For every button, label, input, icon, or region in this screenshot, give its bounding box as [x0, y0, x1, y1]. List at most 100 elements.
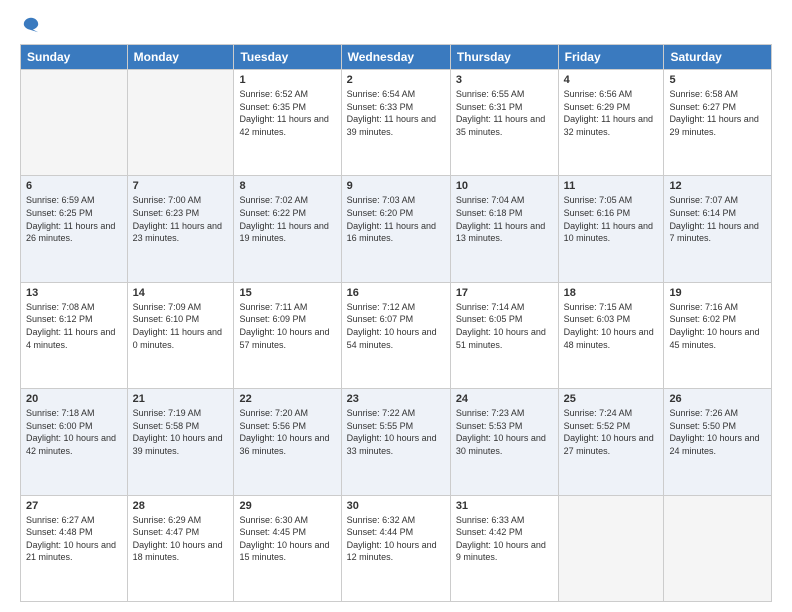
day-info: Sunrise: 7:26 AMSunset: 5:50 PMDaylight:… — [669, 407, 766, 457]
calendar-cell: 12 Sunrise: 7:07 AMSunset: 6:14 PMDayligh… — [664, 176, 772, 282]
day-number: 23 — [347, 393, 445, 405]
calendar-cell: 31 Sunrise: 6:33 AMSunset: 4:42 PMDayligh… — [450, 495, 558, 601]
day-number: 31 — [456, 500, 553, 512]
day-number: 10 — [456, 180, 553, 192]
header — [20, 16, 772, 34]
day-number: 22 — [239, 393, 335, 405]
day-info: Sunrise: 7:07 AMSunset: 6:14 PMDaylight:… — [669, 194, 766, 244]
day-info: Sunrise: 7:09 AMSunset: 6:10 PMDaylight:… — [133, 301, 229, 351]
day-number: 13 — [26, 287, 122, 299]
day-number: 7 — [133, 180, 229, 192]
calendar-cell: 4 Sunrise: 6:56 AMSunset: 6:29 PMDaylight… — [558, 70, 664, 176]
calendar-cell: 23 Sunrise: 7:22 AMSunset: 5:55 PMDayligh… — [341, 389, 450, 495]
day-info: Sunrise: 6:30 AMSunset: 4:45 PMDaylight:… — [239, 514, 335, 564]
day-info: Sunrise: 7:08 AMSunset: 6:12 PMDaylight:… — [26, 301, 122, 351]
day-info: Sunrise: 6:58 AMSunset: 6:27 PMDaylight:… — [669, 88, 766, 138]
day-number: 8 — [239, 180, 335, 192]
day-number: 16 — [347, 287, 445, 299]
calendar-cell: 10 Sunrise: 7:04 AMSunset: 6:18 PMDayligh… — [450, 176, 558, 282]
day-info: Sunrise: 6:27 AMSunset: 4:48 PMDaylight:… — [26, 514, 122, 564]
calendar-cell: 3 Sunrise: 6:55 AMSunset: 6:31 PMDaylight… — [450, 70, 558, 176]
day-info: Sunrise: 7:24 AMSunset: 5:52 PMDaylight:… — [564, 407, 659, 457]
day-number: 14 — [133, 287, 229, 299]
calendar-cell: 24 Sunrise: 7:23 AMSunset: 5:53 PMDayligh… — [450, 389, 558, 495]
day-info: Sunrise: 7:11 AMSunset: 6:09 PMDaylight:… — [239, 301, 335, 351]
day-info: Sunrise: 7:19 AMSunset: 5:58 PMDaylight:… — [133, 407, 229, 457]
day-number: 29 — [239, 500, 335, 512]
day-info: Sunrise: 7:22 AMSunset: 5:55 PMDaylight:… — [347, 407, 445, 457]
day-number: 24 — [456, 393, 553, 405]
calendar-cell: 6Sunrise: 6:59 AMSunset: 6:25 PMDaylight… — [21, 176, 128, 282]
day-number: 21 — [133, 393, 229, 405]
day-info: Sunrise: 6:52 AMSunset: 6:35 PMDaylight:… — [239, 88, 335, 138]
day-info: Sunrise: 7:03 AMSunset: 6:20 PMDaylight:… — [347, 194, 445, 244]
calendar-cell: 1 Sunrise: 6:52 AMSunset: 6:35 PMDaylight… — [234, 70, 341, 176]
day-info: Sunrise: 7:05 AMSunset: 6:16 PMDaylight:… — [564, 194, 659, 244]
calendar-cell — [127, 70, 234, 176]
week-row-5: 27 Sunrise: 6:27 AMSunset: 4:48 PMDayligh… — [21, 495, 772, 601]
day-info: Sunrise: 7:23 AMSunset: 5:53 PMDaylight:… — [456, 407, 553, 457]
day-number: 30 — [347, 500, 445, 512]
day-number: 28 — [133, 500, 229, 512]
day-number: 9 — [347, 180, 445, 192]
weekday-header-friday: Friday — [558, 45, 664, 70]
day-info: Sunrise: 6:54 AMSunset: 6:33 PMDaylight:… — [347, 88, 445, 138]
day-number: 5 — [669, 74, 766, 86]
calendar-cell: 14 Sunrise: 7:09 AMSunset: 6:10 PMDayligh… — [127, 282, 234, 388]
day-number: 12 — [669, 180, 766, 192]
weekday-header-tuesday: Tuesday — [234, 45, 341, 70]
day-number: 27 — [26, 500, 122, 512]
calendar-cell: 18 Sunrise: 7:15 AMSunset: 6:03 PMDayligh… — [558, 282, 664, 388]
calendar-cell: 15 Sunrise: 7:11 AMSunset: 6:09 PMDayligh… — [234, 282, 341, 388]
day-info: Sunrise: 6:56 AMSunset: 6:29 PMDaylight:… — [564, 88, 659, 138]
day-number: 17 — [456, 287, 553, 299]
weekday-header-monday: Monday — [127, 45, 234, 70]
day-info: Sunrise: 6:32 AMSunset: 4:44 PMDaylight:… — [347, 514, 445, 564]
day-number: 20 — [26, 393, 122, 405]
calendar-cell: 30 Sunrise: 6:32 AMSunset: 4:44 PMDayligh… — [341, 495, 450, 601]
day-number: 19 — [669, 287, 766, 299]
weekday-header-thursday: Thursday — [450, 45, 558, 70]
calendar-cell: 8 Sunrise: 7:02 AMSunset: 6:22 PMDaylight… — [234, 176, 341, 282]
day-number: 18 — [564, 287, 659, 299]
calendar-cell — [558, 495, 664, 601]
calendar-cell — [21, 70, 128, 176]
day-number: 3 — [456, 74, 553, 86]
calendar-cell: 27 Sunrise: 6:27 AMSunset: 4:48 PMDayligh… — [21, 495, 128, 601]
day-number: 4 — [564, 74, 659, 86]
day-info: Sunrise: 7:04 AMSunset: 6:18 PMDaylight:… — [456, 194, 553, 244]
calendar-cell: 17 Sunrise: 7:14 AMSunset: 6:05 PMDayligh… — [450, 282, 558, 388]
week-row-2: 6Sunrise: 6:59 AMSunset: 6:25 PMDaylight… — [21, 176, 772, 282]
calendar-cell: 19Sunrise: 7:16 AMSunset: 6:02 PMDayligh… — [664, 282, 772, 388]
day-number: 15 — [239, 287, 335, 299]
day-info: Sunrise: 6:55 AMSunset: 6:31 PMDaylight:… — [456, 88, 553, 138]
calendar-cell: 28 Sunrise: 6:29 AMSunset: 4:47 PMDayligh… — [127, 495, 234, 601]
day-info: Sunrise: 7:14 AMSunset: 6:05 PMDaylight:… — [456, 301, 553, 351]
day-number: 25 — [564, 393, 659, 405]
calendar-cell: 13 Sunrise: 7:08 AMSunset: 6:12 PMDayligh… — [21, 282, 128, 388]
day-number: 2 — [347, 74, 445, 86]
calendar-table: SundayMondayTuesdayWednesdayThursdayFrid… — [20, 44, 772, 602]
day-info: Sunrise: 6:29 AMSunset: 4:47 PMDaylight:… — [133, 514, 229, 564]
weekday-header-sunday: Sunday — [21, 45, 128, 70]
day-info: Sunrise: 7:20 AMSunset: 5:56 PMDaylight:… — [239, 407, 335, 457]
day-info: Sunrise: 6:59 AMSunset: 6:25 PMDaylight:… — [26, 194, 122, 244]
day-info: Sunrise: 7:00 AMSunset: 6:23 PMDaylight:… — [133, 194, 229, 244]
calendar-cell: 29 Sunrise: 6:30 AMSunset: 4:45 PMDayligh… — [234, 495, 341, 601]
week-row-4: 20 Sunrise: 7:18 AMSunset: 6:00 PMDayligh… — [21, 389, 772, 495]
day-info: Sunrise: 6:33 AMSunset: 4:42 PMDaylight:… — [456, 514, 553, 564]
week-row-3: 13 Sunrise: 7:08 AMSunset: 6:12 PMDayligh… — [21, 282, 772, 388]
calendar-cell: 25 Sunrise: 7:24 AMSunset: 5:52 PMDayligh… — [558, 389, 664, 495]
calendar-cell: 21 Sunrise: 7:19 AMSunset: 5:58 PMDayligh… — [127, 389, 234, 495]
day-number: 1 — [239, 74, 335, 86]
calendar-cell: 26 Sunrise: 7:26 AMSunset: 5:50 PMDayligh… — [664, 389, 772, 495]
weekday-header-row: SundayMondayTuesdayWednesdayThursdayFrid… — [21, 45, 772, 70]
calendar-cell: 20 Sunrise: 7:18 AMSunset: 6:00 PMDayligh… — [21, 389, 128, 495]
day-info: Sunrise: 7:15 AMSunset: 6:03 PMDaylight:… — [564, 301, 659, 351]
logo-text — [20, 16, 40, 34]
day-info: Sunrise: 7:18 AMSunset: 6:00 PMDaylight:… — [26, 407, 122, 457]
calendar-cell: 16Sunrise: 7:12 AMSunset: 6:07 PMDayligh… — [341, 282, 450, 388]
calendar-cell: 7 Sunrise: 7:00 AMSunset: 6:23 PMDaylight… — [127, 176, 234, 282]
day-info: Sunrise: 7:02 AMSunset: 6:22 PMDaylight:… — [239, 194, 335, 244]
day-number: 26 — [669, 393, 766, 405]
